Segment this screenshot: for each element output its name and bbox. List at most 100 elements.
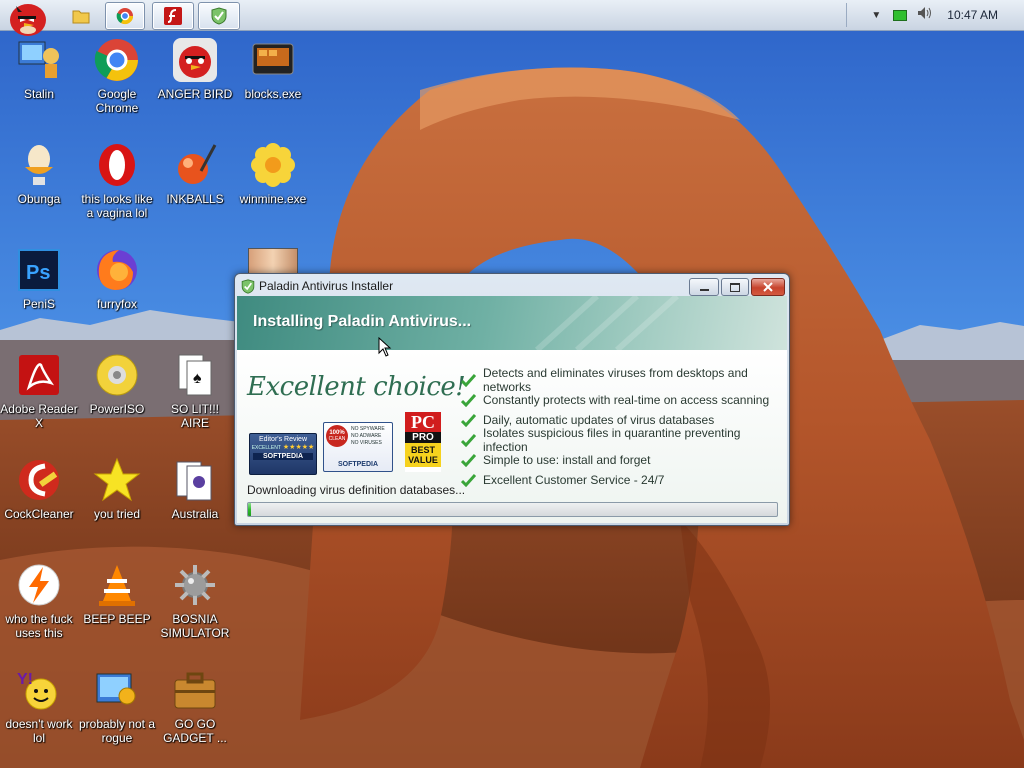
- feature-item: Excellent Customer Service - 24/7: [461, 470, 787, 490]
- desktop-icon-label: ANGER BIRD: [157, 87, 233, 101]
- desktop-icon[interactable]: Australia: [156, 456, 234, 521]
- desktop-icon[interactable]: PowerISO: [78, 351, 156, 416]
- desktop-icon[interactable]: ♠ SO LIT!!! AIRE: [156, 351, 234, 430]
- tagline: Excellent choice!: [247, 372, 466, 402]
- badge-best-value: BEST VALUE: [405, 443, 441, 467]
- yahoo-messenger-icon: Y!: [15, 666, 63, 714]
- system-tray: ▼ 10:47 AM: [871, 0, 1024, 30]
- start-button[interactable]: [4, 0, 50, 38]
- egg-cup-icon: [15, 141, 63, 189]
- feature-text: Isolates suspicious files in quarantine …: [483, 426, 741, 454]
- desktop-icon-label: furryfox: [96, 297, 137, 311]
- feature-text: Detects and eliminates viruses from desk…: [483, 366, 748, 394]
- star-icon: [93, 456, 141, 504]
- angry-bird-icon: [10, 4, 46, 36]
- softpedia-editors-review-badge: Editor's Review EXCELLENT ★★★★★ SOFTPEDI…: [249, 433, 317, 475]
- desktop-icon-label: Obunga: [17, 192, 61, 206]
- shield-icon: [241, 279, 255, 294]
- progress-bar: [247, 502, 778, 517]
- feature-text: Constantly protects with real-time on ac…: [483, 393, 770, 407]
- taskbar-paladin-button[interactable]: [198, 2, 240, 30]
- battery-icon[interactable]: [893, 9, 908, 21]
- desktop-icon-label: PowerISO: [89, 402, 145, 416]
- desktop-icon-label: probably not a rogue: [78, 717, 156, 745]
- minimize-icon: [699, 288, 709, 291]
- show-hidden-icons-arrow-icon[interactable]: ▼: [871, 10, 881, 21]
- desktop-icon[interactable]: GO GO GADGET ...: [156, 666, 234, 745]
- download-status: Downloading virus definition databases..…: [247, 483, 466, 497]
- desktop-icon[interactable]: you tried: [78, 456, 156, 521]
- chrome-icon: [116, 8, 134, 25]
- disc-icon: [93, 351, 141, 399]
- taskbar: ▼ 10:47 AM: [0, 0, 1024, 36]
- desktop-icon[interactable]: Ps PeniS: [0, 246, 78, 311]
- taskbar-explorer-button[interactable]: [66, 2, 96, 30]
- desktop-icon[interactable]: BEEP BEEP: [78, 561, 156, 626]
- inkball-icon: [171, 141, 219, 189]
- desktop-icon[interactable]: Stalin: [0, 36, 78, 101]
- desktop-icon-label: blocks.exe: [244, 87, 302, 101]
- adobe-reader-icon: [15, 351, 63, 399]
- desktop-icon[interactable]: ANGER BIRD: [156, 36, 234, 101]
- checkmark-icon: [461, 413, 476, 427]
- desktop-icon[interactable]: Y! doesn't work lol: [0, 666, 78, 745]
- desktop-icon-label: PeniS: [22, 297, 56, 311]
- photoshop-icon: Ps: [15, 246, 63, 294]
- desktop-icon[interactable]: blocks.exe: [234, 36, 312, 101]
- feature-text: Daily, automatic updates of virus databa…: [483, 413, 715, 427]
- desktop-icon[interactable]: this looks like a vagina lol: [78, 141, 156, 220]
- desktop-icon[interactable]: who the fuck uses this: [0, 561, 78, 640]
- close-icon: [763, 282, 773, 292]
- badge-pro-logo: PRO: [405, 432, 441, 443]
- checkmark-icon: [461, 373, 476, 387]
- desktop-icon-label: who the fuck uses this: [5, 612, 73, 640]
- flash-icon: [164, 7, 182, 25]
- feature-text: Excellent Customer Service - 24/7: [483, 473, 665, 487]
- briefcase-icon: [171, 666, 219, 714]
- desktop-icon-label: INKBALLS: [166, 192, 224, 206]
- chrome-icon: [93, 36, 141, 84]
- desktop-icon-label: BOSNIA SIMULATOR: [160, 612, 230, 640]
- desktop-icon[interactable]: CockCleaner: [0, 456, 78, 521]
- badge-pc-logo: PC: [405, 412, 441, 432]
- desktop-icon[interactable]: Adobe Reader X: [0, 351, 78, 430]
- svg-text:Ps: Ps: [26, 262, 50, 284]
- spider-solitaire-icon: [171, 456, 219, 504]
- clock[interactable]: 10:47 AM: [947, 8, 998, 22]
- desktop-icon[interactable]: INKBALLS: [156, 141, 234, 206]
- badge-no-adware: NO ADWARE: [351, 433, 382, 439]
- desktop-icon-label: CockCleaner: [4, 507, 74, 521]
- volume-icon[interactable]: [917, 6, 933, 25]
- desktop-icon[interactable]: furryfox: [78, 246, 156, 311]
- rating-stars-icon: ★★★★★: [282, 444, 315, 451]
- desktop-icon[interactable]: Google Chrome: [78, 36, 156, 115]
- firefox-icon: [93, 246, 141, 294]
- shield-icon: [211, 7, 227, 25]
- desktop-icon-label: Google Chrome: [95, 87, 139, 115]
- desktop-icon-label: winmine.exe: [239, 192, 307, 206]
- progress-fill: [248, 503, 251, 516]
- installer-header: Installing Paladin Antivirus...: [237, 296, 787, 350]
- taskbar-flash-button[interactable]: [152, 2, 194, 30]
- minimize-button[interactable]: [689, 278, 719, 296]
- feature-text: Simple to use: install and forget: [483, 453, 651, 467]
- maximize-button[interactable]: [721, 278, 749, 296]
- desktop-icon[interactable]: Obunga: [0, 141, 78, 206]
- badge-review-rating: EXCELLENT: [251, 444, 281, 451]
- desktop-icon[interactable]: probably not a rogue: [78, 666, 156, 745]
- installer-heading: Installing Paladin Antivirus...: [253, 313, 472, 330]
- checkmark-icon: [461, 393, 476, 407]
- badge-softpedia-name: SOFTPEDIA: [253, 453, 313, 460]
- checkmark-icon: [461, 433, 476, 447]
- desktop-icon[interactable]: BOSNIA SIMULATOR: [156, 561, 234, 640]
- badge-review-title: Editor's Review: [258, 436, 308, 443]
- checkmark-icon: [461, 453, 476, 467]
- angry-bird-icon: [171, 36, 219, 84]
- desktop-icon[interactable]: winmine.exe: [234, 141, 312, 206]
- mouse-cursor-icon: [378, 337, 392, 357]
- taskbar-chrome-button[interactable]: [105, 2, 145, 30]
- mine-icon: [171, 561, 219, 609]
- desktop-icon-label: Stalin: [23, 87, 55, 101]
- photo-icon[interactable]: [248, 248, 298, 276]
- close-button[interactable]: [751, 278, 785, 296]
